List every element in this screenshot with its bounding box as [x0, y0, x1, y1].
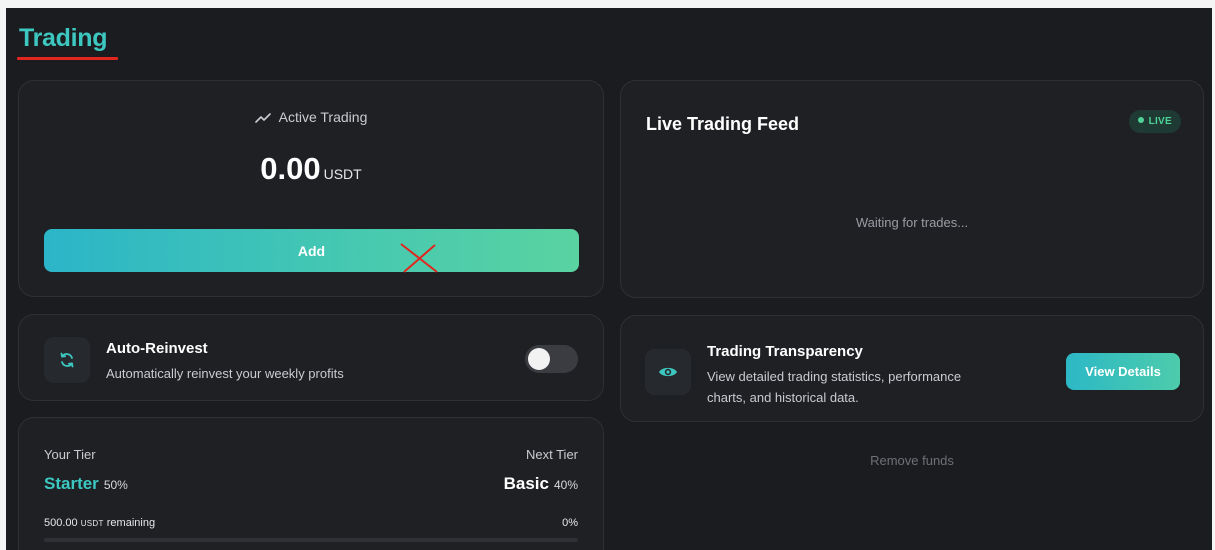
- trend-line-icon: [254, 111, 271, 127]
- page-title: Trading: [19, 24, 108, 52]
- transparency-description-line1: View detailed trading statistics, perfor…: [707, 369, 962, 384]
- refresh-icon: [44, 337, 90, 383]
- next-tier-pct: 40%: [553, 478, 578, 492]
- view-details-button[interactable]: View Details: [1066, 353, 1180, 390]
- title-annotation-underline: [17, 57, 118, 60]
- current-tier-name: Starter: [44, 474, 99, 493]
- auto-reinvest-description: Automatically reinvest your weekly profi…: [106, 366, 344, 381]
- remaining-amount: 500.00: [44, 517, 78, 529]
- auto-reinvest-toggle[interactable]: [525, 345, 578, 373]
- live-dot-icon: [1137, 117, 1144, 123]
- transparency-description-line2: charts, and historical data.: [707, 390, 859, 405]
- tier-progress-bar: [44, 538, 578, 542]
- balance-unit: USDT: [323, 166, 362, 182]
- live-badge-label: LIVE: [1148, 116, 1172, 127]
- toggle-knob: [528, 348, 550, 370]
- tier-card: Your Tier Next Tier Starter 50% Basic 40% …: [18, 417, 604, 550]
- live-trading-feed-card: Live Trading Feed LIVE Waiting for trade…: [620, 80, 1204, 298]
- next-tier: Basic 40%: [504, 474, 578, 494]
- active-trading-label: Active Trading: [278, 109, 368, 125]
- trading-page: Trading Active Trading 0.00 USDT Add Live…: [6, 8, 1212, 550]
- next-tier-label: Next Tier: [525, 447, 578, 462]
- transparency-description: View detailed trading statistics, perfor…: [707, 366, 961, 408]
- balance-amount: 0.00: [260, 151, 321, 186]
- auto-reinvest-card: Auto-Reinvest Automatically reinvest you…: [18, 314, 604, 401]
- remaining-unit: USDT: [80, 519, 104, 528]
- next-tier-name: Basic: [503, 474, 549, 493]
- your-tier-label: Your Tier: [44, 447, 96, 462]
- live-feed-title: Live Trading Feed: [646, 114, 800, 134]
- active-trading-card: Active Trading 0.00 USDT Add: [18, 80, 604, 297]
- auto-reinvest-title: Auto-Reinvest: [106, 340, 208, 357]
- current-tier: Starter 50%: [44, 474, 128, 494]
- x-annotation-mark: [397, 241, 441, 280]
- trading-transparency-card: Trading Transparency View detailed tradi…: [620, 315, 1204, 422]
- remove-funds-link[interactable]: Remove funds: [620, 453, 1204, 468]
- live-badge: LIVE: [1128, 110, 1181, 133]
- feed-empty-text: Waiting for trades...: [855, 215, 969, 230]
- transparency-title: Trading Transparency: [707, 343, 863, 360]
- add-button[interactable]: Add: [44, 229, 579, 272]
- remaining-suffix: remaining: [106, 517, 156, 529]
- remaining-text: 500.00 USDT remaining: [44, 517, 155, 529]
- progress-percent: 0%: [562, 517, 578, 529]
- active-trading-header: Active Trading: [19, 109, 603, 127]
- current-tier-pct: 50%: [103, 478, 128, 492]
- eye-icon: [645, 349, 691, 395]
- balance-display: 0.00 USDT: [19, 151, 603, 187]
